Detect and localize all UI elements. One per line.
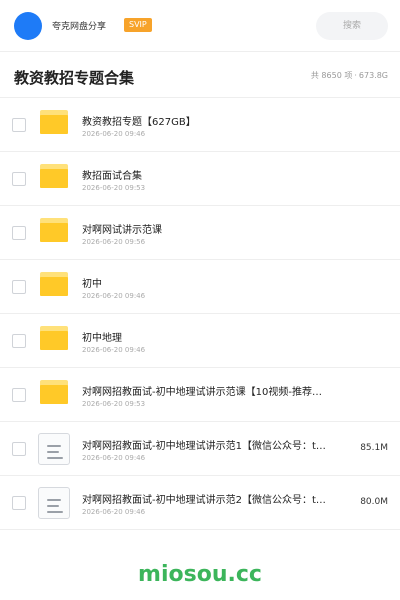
file-date: 2026-06-20 09:46 — [82, 508, 146, 516]
folder-title-bar: 教资教招专题合集 共 8650 项 · 673.8G — [0, 52, 400, 98]
file-row[interactable]: 对啊网试讲示范课 2026-06-20 09:56 — [0, 206, 400, 260]
row-checkbox[interactable] — [12, 172, 26, 186]
row-checkbox[interactable] — [12, 388, 26, 402]
summary-separator: · — [354, 71, 357, 80]
row-checkbox[interactable] — [12, 442, 26, 456]
watermark: miosou.cc — [138, 562, 262, 587]
row-checkbox[interactable] — [12, 334, 26, 348]
file-date: 2026-06-20 09:46 — [82, 292, 146, 300]
user-name: 夸克网盘分享 — [52, 22, 107, 32]
file-row[interactable]: 初中 2026-06-20 09:46 — [0, 260, 400, 314]
row-checkbox[interactable] — [12, 496, 26, 510]
file-name: 初中 — [82, 279, 102, 290]
file-date: 2026-06-20 09:46 — [82, 130, 146, 138]
file-date: 2026-06-20 09:53 — [82, 400, 146, 408]
document-icon — [38, 433, 70, 465]
row-checkbox[interactable] — [12, 280, 26, 294]
row-checkbox[interactable] — [12, 226, 26, 240]
file-size: 80.0M — [360, 497, 388, 507]
app-header: 夸克网盘分享 SVIP 搜索 — [0, 0, 400, 52]
file-name: 对啊网招教面试-初中地理试讲示范1【微信公众号：t… — [82, 441, 326, 452]
file-row[interactable]: 对啊网招教面试-初中地理试讲示范2【微信公众号：t… 2026-06-20 09:… — [0, 476, 400, 530]
file-name: 教资教招专题【627GB】 — [82, 117, 196, 128]
file-date: 2026-06-20 09:46 — [82, 454, 146, 462]
folder-icon — [40, 326, 68, 350]
folder-icon — [40, 110, 68, 134]
avatar[interactable] — [14, 12, 42, 40]
file-name: 教招面试合集 — [82, 171, 142, 182]
folder-icon — [40, 380, 68, 404]
file-name: 初中地理 — [82, 333, 122, 344]
file-size: 85.1M — [360, 443, 388, 453]
folder-summary: 共 8650 项 · 673.8G — [311, 70, 388, 81]
file-name: 对啊网招教面试-初中地理试讲示范2【微信公众号：t… — [82, 495, 326, 506]
total-size: 673.8G — [358, 71, 388, 80]
file-date: 2026-06-20 09:46 — [82, 346, 146, 354]
folder-icon — [40, 218, 68, 242]
file-row[interactable]: 初中地理 2026-06-20 09:46 — [0, 314, 400, 368]
file-row[interactable]: 对啊网招教面试-初中地理试讲示范1【微信公众号：t… 2026-06-20 09:… — [0, 422, 400, 476]
item-count: 共 8650 项 — [310, 71, 353, 80]
file-name: 对啊网试讲示范课 — [82, 225, 162, 236]
svip-badge: SVIP — [124, 18, 152, 32]
file-row[interactable]: 对啊网招教面试-初中地理试讲示范课【10视频-推荐… 2026-06-20 09:… — [0, 368, 400, 422]
file-row[interactable]: 教招面试合集 2026-06-20 09:53 — [0, 152, 400, 206]
search-button[interactable]: 搜索 — [316, 12, 388, 40]
row-checkbox[interactable] — [12, 118, 26, 132]
file-row[interactable]: 教资教招专题【627GB】 2026-06-20 09:46 — [0, 98, 400, 152]
document-icon — [38, 487, 70, 519]
file-date: 2026-06-20 09:53 — [82, 184, 146, 192]
file-name: 对啊网招教面试-初中地理试讲示范课【10视频-推荐… — [82, 387, 322, 398]
file-list: 教资教招专题【627GB】 2026-06-20 09:46 教招面试合集 2026-… — [0, 98, 400, 530]
page-title: 教资教招专题合集 — [14, 69, 135, 87]
folder-icon — [40, 164, 68, 188]
folder-icon — [40, 272, 68, 296]
file-date: 2026-06-20 09:56 — [82, 238, 146, 246]
